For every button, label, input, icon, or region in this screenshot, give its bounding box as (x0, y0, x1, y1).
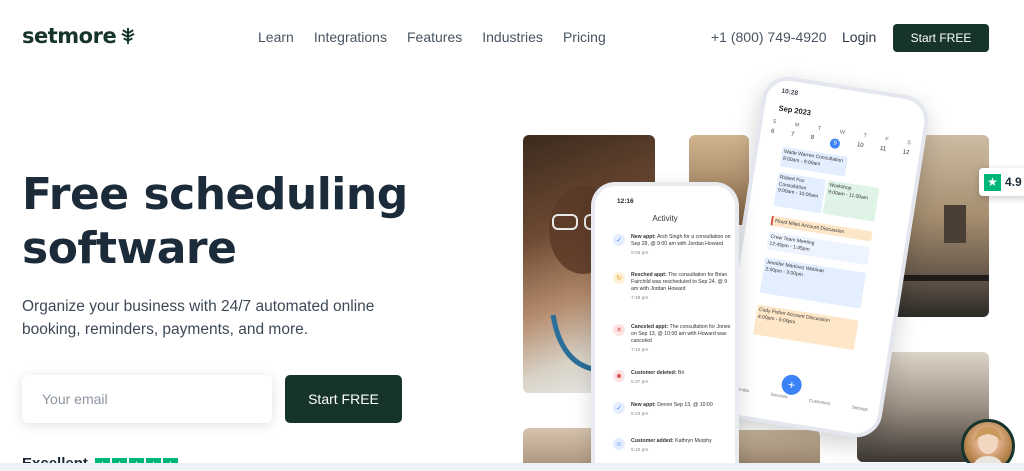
activity-item: ☺ Customer added: Kathryn Murphy 5:16 pm (613, 438, 733, 454)
activity-label: New appt: (631, 234, 656, 240)
calendar-event: Workshop 9:00am - 11:00am (822, 180, 880, 222)
calendar-event: Robert Fox Consultation 9:00am - 10:00am (773, 172, 827, 214)
hero-subtitle-line-1: Organize your business with 24/7 automat… (22, 298, 375, 315)
weekday: T (862, 133, 868, 140)
date: 10 (856, 142, 864, 150)
activity-description: Devon Sep 13, @ 10:00 (657, 402, 713, 408)
nav-pricing[interactable]: Pricing (563, 29, 606, 45)
hero-subtitle: Organize your business with 24/7 automat… (22, 295, 382, 341)
activity-label: New appt: (631, 402, 656, 408)
activity-description: Kathryn Murphy (675, 438, 712, 444)
login-link[interactable]: Login (842, 29, 876, 45)
date: 11 (879, 145, 887, 153)
activity-item: ✕ Canceled appt: The consultation for Jo… (613, 324, 733, 354)
bottom-band (0, 463, 1024, 471)
trustpilot-score: 4.9 (1005, 175, 1022, 189)
activity-text: New appt: Arsh Singh for a consultation … (631, 234, 733, 257)
phone-number-link[interactable]: +1 (800) 749-4920 (711, 29, 827, 45)
activity-description: Bri (678, 370, 685, 376)
activity-phone-mockup: 12:16 Activity ✓ New appt: Arsh Singh fo… (591, 182, 739, 471)
activity-time: 7:15 pm (631, 348, 649, 353)
activity-time: 9:05 pm (631, 251, 649, 256)
logo-text: setmore (22, 24, 117, 48)
activity-title: Activity (652, 214, 678, 223)
date: 7 (790, 131, 795, 139)
date: 12 (902, 149, 910, 157)
activity-label: Canceled appt: (631, 324, 669, 330)
hero-title: Free scheduling software (22, 168, 452, 276)
start-free-hero-button[interactable]: Start FREE (285, 375, 402, 423)
email-input[interactable] (22, 375, 272, 423)
user-add-icon: ☺ (613, 438, 625, 450)
activity-label: Customer deleted: (631, 370, 677, 376)
activity-time: 5:16 pm (631, 448, 649, 453)
activity-label: Resched appt: (631, 272, 667, 278)
activity-label: Customer added: (631, 438, 674, 444)
weekday: M (794, 122, 800, 129)
weekday: F (884, 136, 890, 143)
tab-customers[interactable]: Customers (809, 398, 831, 406)
activity-text: Canceled appt: The consultation for Jone… (631, 324, 733, 354)
hero-title-line-2: software (22, 223, 237, 274)
trustpilot-badge[interactable]: ★ 4.9 (979, 168, 1024, 196)
event-detail: Account Discussion (800, 222, 845, 236)
reschedule-icon: ↻ (613, 272, 625, 284)
selected-date: 9 (829, 137, 841, 150)
nav-industries[interactable]: Industries (482, 29, 543, 45)
calendar-event: Wade Warren Consultation 8:00am - 9:00am (779, 146, 848, 177)
hero-subtitle-line-2: booking, reminders, payments, and more. (22, 321, 309, 338)
tab-settings[interactable]: Settings (851, 405, 868, 412)
activity-item: ✓ New appt: Arsh Singh for a consultatio… (613, 234, 733, 257)
top-navigation-bar: setmore Learn Integrations Features Indu… (0, 0, 1024, 76)
activity-item: ↻ Resched appt: The consultation for Bri… (613, 272, 733, 302)
weekday: T (817, 125, 822, 133)
activity-time: 5:37 pm (631, 380, 649, 385)
calendar-month: Sep 2023 (778, 103, 812, 118)
weekday: S (906, 139, 912, 147)
check-icon: ✓ (613, 234, 625, 246)
calendar-status-time: 10:28 (780, 87, 799, 98)
activity-text: New appt: Devon Sep 13, @ 10:00 5:23 pm (631, 402, 713, 418)
nav-features[interactable]: Features (407, 29, 462, 45)
hero-title-line-1: Free scheduling (22, 169, 408, 220)
weekday: W (839, 129, 846, 137)
main-nav: Learn Integrations Features Industries P… (258, 29, 626, 45)
activity-text: Customer added: Kathryn Murphy 5:16 pm (631, 438, 712, 454)
date: 8 (810, 134, 815, 142)
calendar-event: Cody Fisher Account Discussion 4:00pm - 5… (753, 304, 859, 351)
star-icon: ★ (984, 173, 1001, 191)
activity-time: 5:23 pm (631, 412, 649, 417)
calendar-event: Jennifer Martinez Webinar 2:00pm - 3:00pm (759, 257, 867, 309)
nav-integrations[interactable]: Integrations (314, 29, 387, 45)
cancel-icon: ✕ (613, 324, 625, 336)
nav-learn[interactable]: Learn (258, 29, 294, 45)
event-name: Floyd Miles (774, 218, 801, 229)
event-detail: Webinar (805, 265, 825, 275)
activity-item: ✓ New appt: Devon Sep 13, @ 10:00 5:23 pm (613, 402, 733, 418)
start-free-header-button[interactable]: Start FREE (893, 24, 989, 52)
activity-text: Customer deleted: Bri 5:37 pm (631, 370, 684, 386)
weekday: S (772, 118, 777, 126)
leaf-logo-icon (121, 27, 135, 45)
activity-status-time: 12:16 (617, 198, 634, 205)
activity-text: Resched appt: The consultation for Brian… (631, 272, 733, 302)
user-remove-icon: ☻ (613, 370, 625, 382)
setmore-logo[interactable]: setmore (22, 24, 137, 48)
activity-item: ☻ Customer deleted: Bri 5:37 pm (613, 370, 733, 386)
activity-time: 7:49 pm (631, 296, 649, 301)
date: 6 (770, 128, 775, 135)
check-icon: ✓ (613, 402, 625, 414)
